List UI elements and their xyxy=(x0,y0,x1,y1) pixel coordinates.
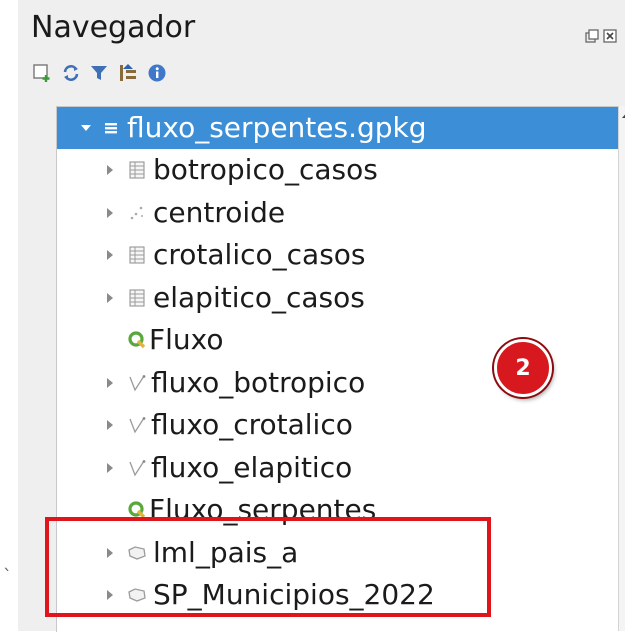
panel-title: Navegador xyxy=(31,10,196,45)
vertical-scrollbar[interactable] xyxy=(618,106,625,631)
tree-item-label: elapitico_casos xyxy=(153,281,365,314)
expand-arrow-icon[interactable] xyxy=(107,293,113,303)
tree-item-elapitico-casos[interactable]: elapitico_casos xyxy=(57,277,619,319)
tree-item-fluxo-crotalico[interactable]: fluxo_crotalico xyxy=(57,404,619,446)
tree-item-label: crotalico_casos xyxy=(153,238,366,271)
stray-mark: ` xyxy=(3,566,12,587)
tree-item-label: fluxo_elapitico xyxy=(151,451,353,484)
expand-arrow-icon[interactable] xyxy=(107,378,113,388)
tree-item-label: botropico_casos xyxy=(153,153,378,186)
line-layer-icon xyxy=(127,372,147,394)
database-icon xyxy=(101,117,121,139)
expand-arrow-icon[interactable] xyxy=(107,208,113,218)
tree-item-label: fluxo_botropico xyxy=(151,366,366,399)
tree-item-label: Fluxo xyxy=(149,323,224,356)
tree-item-fluxo-elapitico[interactable]: fluxo_elapitico xyxy=(57,447,619,489)
close-icon[interactable] xyxy=(602,29,618,45)
add-layer-icon[interactable] xyxy=(31,62,53,84)
table-icon xyxy=(127,244,147,266)
tree-item-label: fluxo_serpentes.gpkg xyxy=(127,111,427,144)
refresh-icon[interactable] xyxy=(60,62,82,84)
properties-icon[interactable] xyxy=(146,62,168,84)
tree-item-label: centroide xyxy=(153,196,286,229)
table-icon xyxy=(127,159,147,181)
line-layer-icon xyxy=(127,457,147,479)
collapse-arrow-icon[interactable] xyxy=(81,125,91,131)
tree-item-fluxo-serpentes-gpkg[interactable]: fluxo_serpentes.gpkg xyxy=(57,107,619,149)
table-icon xyxy=(127,287,147,309)
tree-item-crotalico-casos[interactable]: crotalico_casos xyxy=(57,234,619,276)
filter-icon[interactable] xyxy=(88,62,110,84)
expand-arrow-icon[interactable] xyxy=(107,250,113,260)
tree-item-botropico-casos[interactable]: botropico_casos xyxy=(57,149,619,191)
step-badge: 2 xyxy=(494,339,552,397)
point-layer-icon xyxy=(127,202,147,224)
expand-arrow-icon[interactable] xyxy=(107,165,113,175)
qgis-project-icon xyxy=(127,329,147,351)
tree-item-label: fluxo_crotalico xyxy=(151,408,353,441)
tree-item-centroide[interactable]: centroide xyxy=(57,192,619,234)
collapse-all-icon[interactable] xyxy=(117,62,139,84)
highlight-box xyxy=(45,517,491,617)
expand-arrow-icon[interactable] xyxy=(107,463,113,473)
expand-arrow-icon[interactable] xyxy=(107,420,113,430)
line-layer-icon xyxy=(127,414,147,436)
restore-icon[interactable] xyxy=(584,29,600,45)
